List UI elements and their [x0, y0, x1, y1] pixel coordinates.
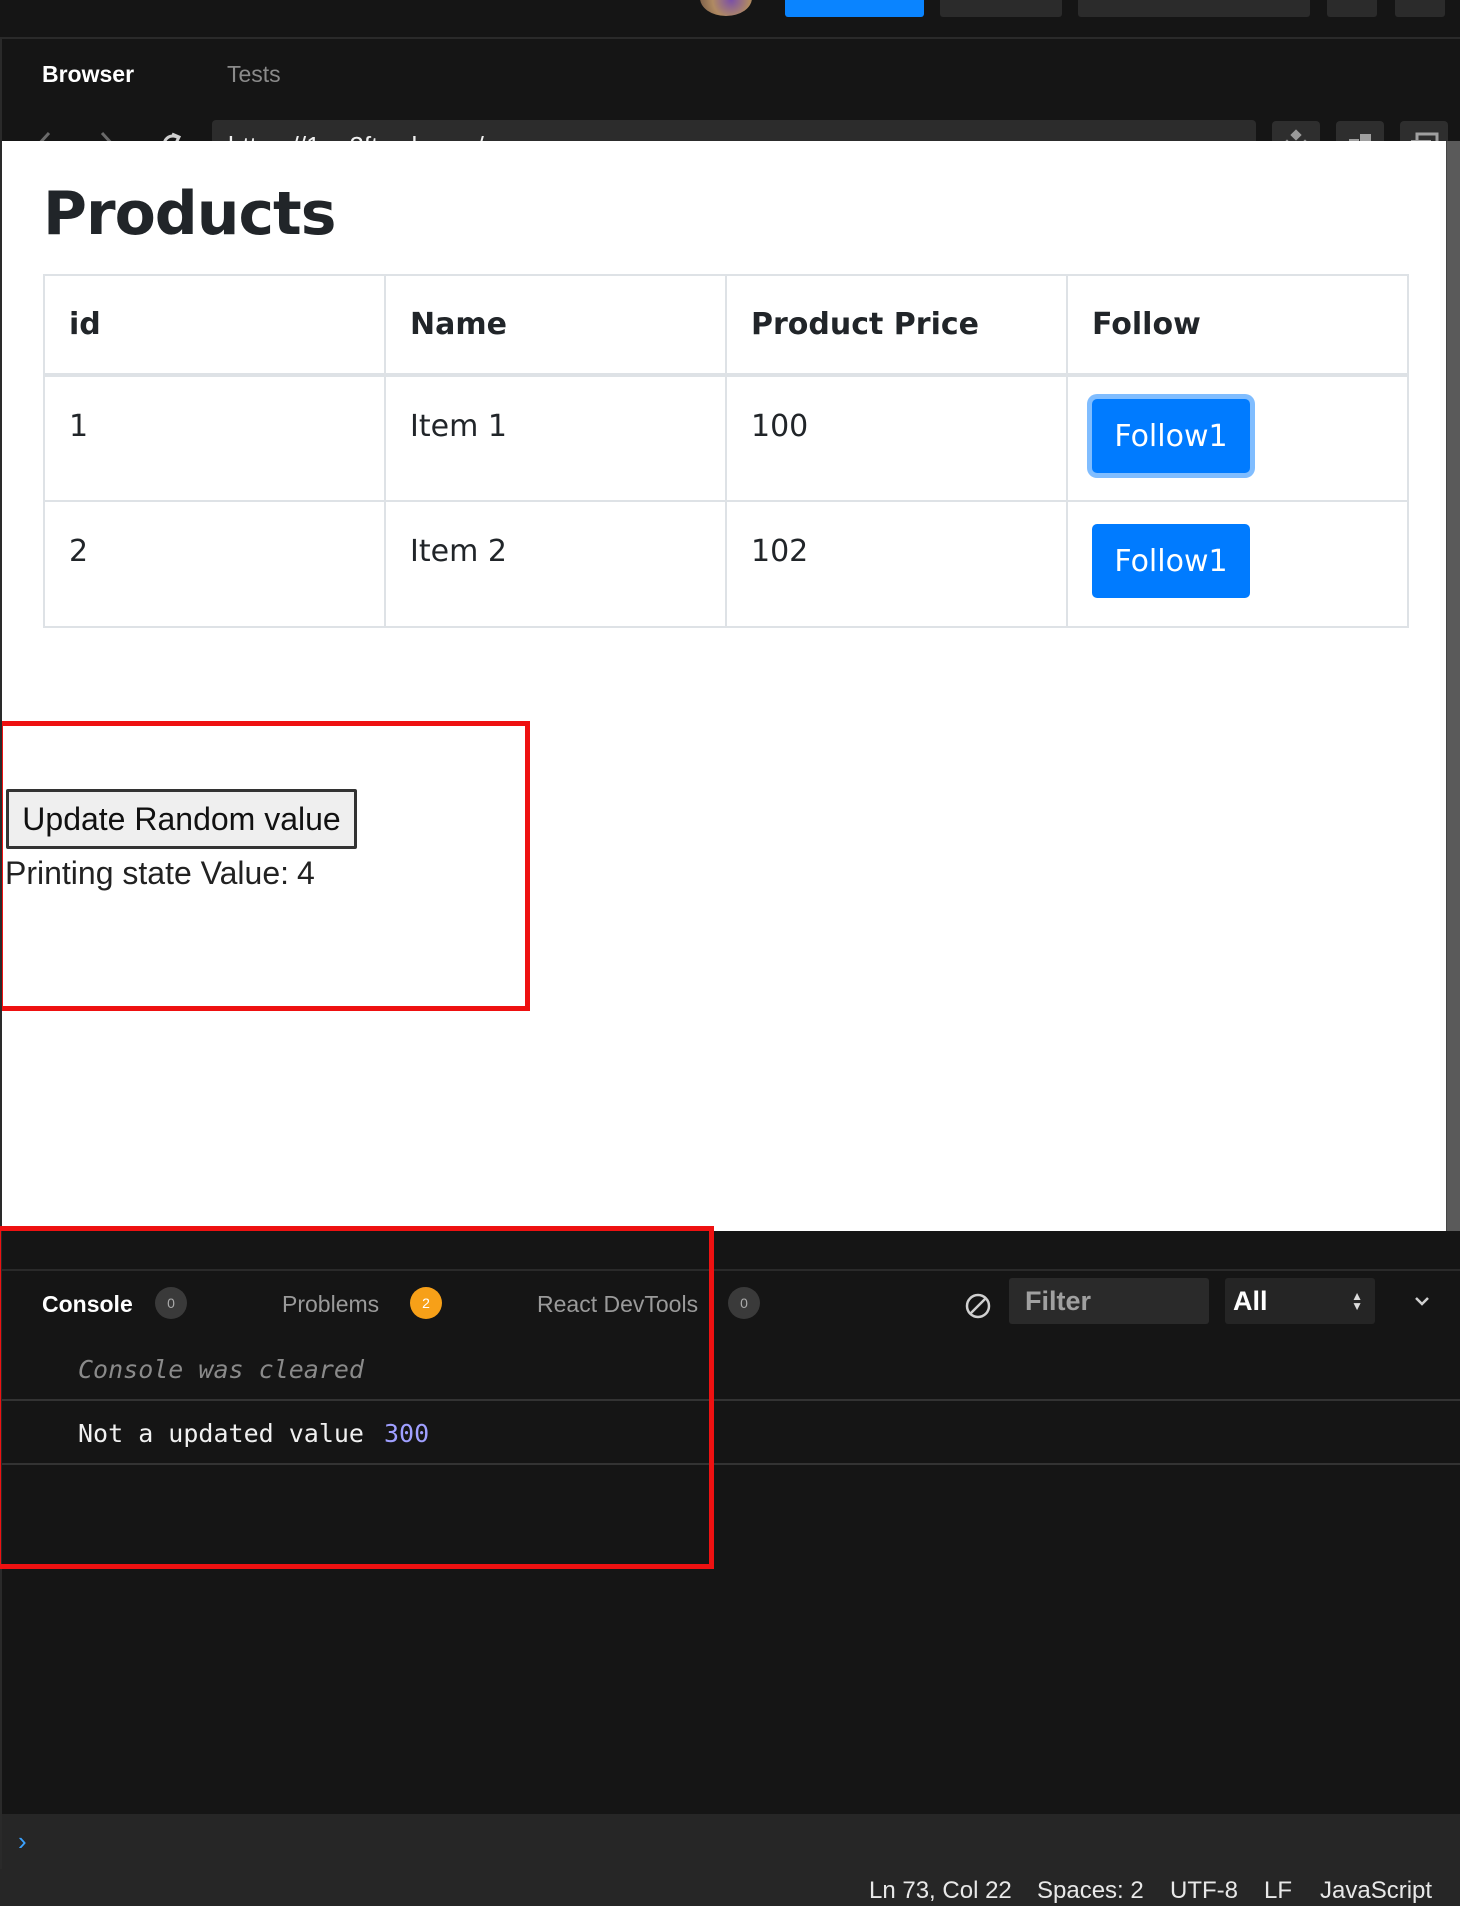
avatar[interactable] — [700, 0, 752, 16]
table-row: 2 Item 2 102 Follow1 — [43, 500, 1409, 628]
cell-name: Item 1 — [384, 374, 727, 502]
column-header-price: Product Price — [725, 274, 1068, 376]
table-row: 1 Item 1 100 Follow1 — [43, 374, 1409, 502]
status-cursor-position[interactable]: Ln 73, Col 22 — [869, 1869, 1012, 1906]
cell-name: Item 2 — [384, 500, 727, 628]
status-encoding[interactable]: UTF-8 — [1170, 1869, 1238, 1906]
update-random-value-button[interactable]: Update Random value — [6, 789, 357, 849]
follow-button[interactable]: Follow1 — [1092, 399, 1250, 473]
tab-tests[interactable]: Tests — [227, 61, 281, 88]
state-label: Printing state Value: — [5, 855, 290, 891]
column-header-name: Name — [384, 274, 727, 376]
chevron-right-icon: › — [18, 1826, 27, 1856]
status-language[interactable]: JavaScript — [1320, 1869, 1432, 1906]
log-level-value: All — [1233, 1286, 1268, 1316]
state-value-line: Printing state Value: 4 — [5, 855, 315, 892]
products-table: id Name Product Price Follow 1 Item 1 10… — [43, 274, 1409, 628]
toolbar-button[interactable] — [1327, 0, 1377, 17]
preview-scrollbar[interactable] — [1446, 141, 1460, 1231]
cell-price: 102 — [725, 500, 1068, 628]
toolbar-button[interactable] — [940, 0, 1062, 17]
table-header-row: id Name Product Price Follow — [43, 274, 1409, 376]
filter-input[interactable] — [1009, 1278, 1209, 1324]
clear-console-icon[interactable] — [963, 1291, 993, 1321]
cell-follow: Follow1 — [1066, 500, 1409, 628]
chevron-down-icon[interactable] — [1407, 1289, 1437, 1315]
page-title: Products — [43, 179, 336, 249]
cell-id: 2 — [43, 500, 386, 628]
toolbar-button[interactable] — [1078, 0, 1310, 17]
status-line-ending[interactable]: LF — [1264, 1869, 1292, 1906]
status-bar: Ln 73, Col 22 Spaces: 2 UTF-8 LF JavaScr… — [0, 1869, 1460, 1906]
top-toolbar — [0, 0, 1460, 39]
cell-id: 1 — [43, 374, 386, 502]
select-arrows-icon: ▲ ▼ — [1351, 1289, 1363, 1313]
log-level-select[interactable]: All ▲ ▼ — [1225, 1278, 1375, 1324]
tab-browser[interactable]: Browser — [42, 61, 134, 88]
column-header-id: id — [43, 274, 386, 376]
status-indentation[interactable]: Spaces: 2 — [1037, 1869, 1144, 1906]
follow-button[interactable]: Follow1 — [1092, 524, 1250, 598]
column-header-follow: Follow — [1066, 274, 1409, 376]
state-value: 4 — [297, 855, 315, 891]
preview-page: Products id Name Product Price Follow 1 … — [2, 141, 1446, 1231]
console-prompt[interactable]: › — [0, 1814, 1460, 1869]
highlight-box — [0, 1226, 714, 1569]
cell-price: 100 — [725, 374, 1068, 502]
cell-follow: Follow1 — [1066, 374, 1409, 502]
browser-tabs: Browser Tests — [2, 39, 1460, 112]
primary-action-button[interactable] — [785, 0, 924, 17]
toolbar-button[interactable] — [1395, 0, 1445, 17]
react-devtools-count-badge: 0 — [728, 1287, 760, 1319]
